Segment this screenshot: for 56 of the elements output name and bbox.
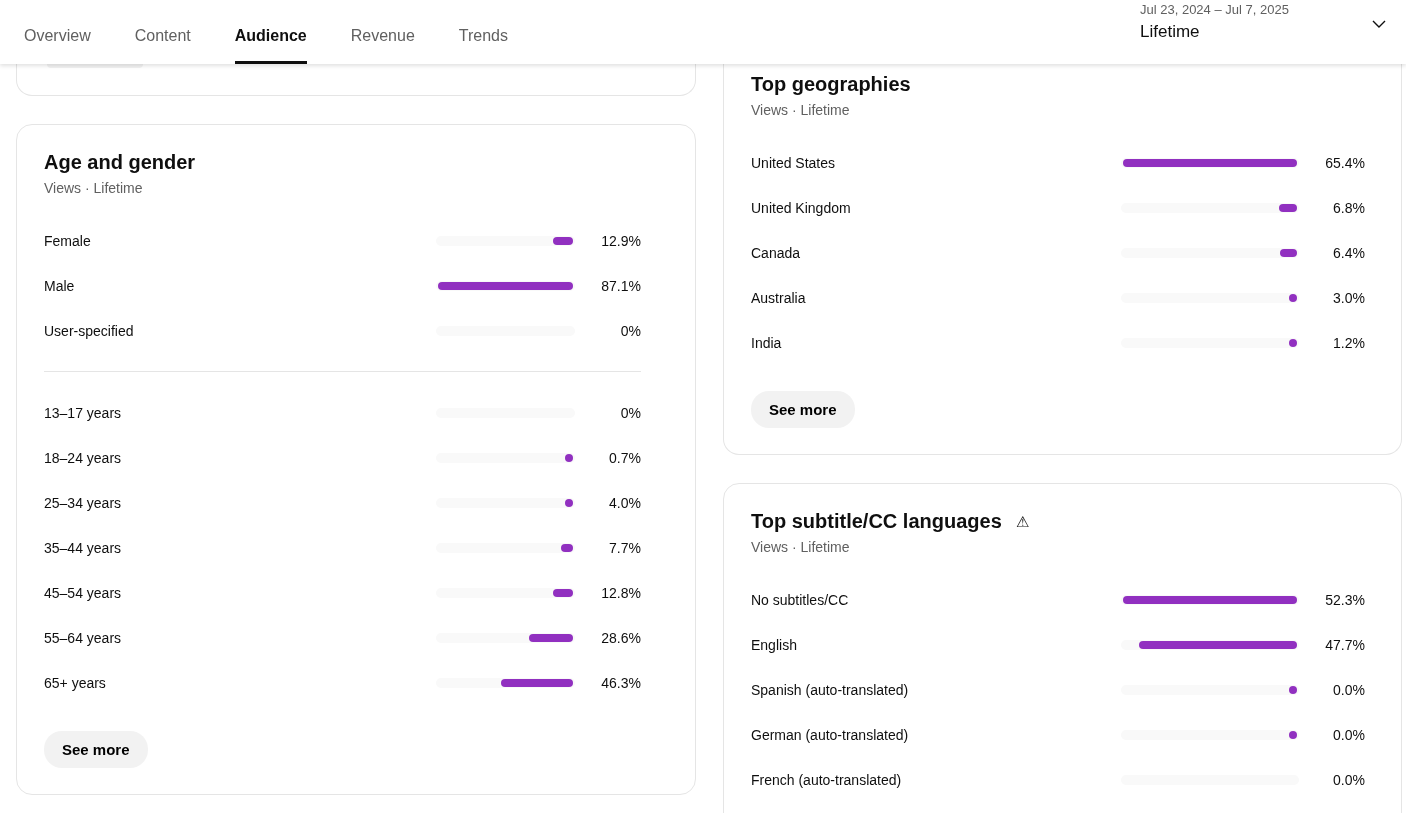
percent-value: 0.0% bbox=[1332, 726, 1365, 743]
row-label: German (auto-translated) bbox=[751, 726, 910, 743]
percent-value: 6.4% bbox=[1332, 244, 1365, 261]
percent-value: 6.8% bbox=[1332, 199, 1365, 216]
percent-value: 3.0% bbox=[1332, 289, 1365, 306]
row-label: 13–17 years bbox=[44, 404, 123, 421]
percent-value: 46.3% bbox=[600, 674, 641, 691]
see-more-button[interactable]: See more bbox=[751, 391, 855, 428]
row-label: Australia bbox=[751, 289, 807, 306]
tab[interactable]: Audience bbox=[234, 0, 307, 64]
see-more-button[interactable]: See more bbox=[44, 731, 148, 768]
card-title: Top subtitle/CC languages bbox=[751, 510, 1002, 533]
row-label: Canada bbox=[751, 244, 802, 261]
percent-value: 0.7% bbox=[608, 449, 641, 466]
percent-value: 0.0% bbox=[1332, 771, 1365, 788]
row-label: Male bbox=[44, 277, 76, 294]
percent-value: 12.9% bbox=[600, 232, 641, 249]
row-label: 35–44 years bbox=[44, 539, 123, 556]
percent-value: 1.2% bbox=[1332, 334, 1365, 351]
warning-icon: ⚠ bbox=[1015, 512, 1029, 531]
row-label: User-specified bbox=[44, 322, 135, 339]
tab[interactable]: Trends bbox=[458, 0, 508, 64]
card-subtitle: Views · Lifetime bbox=[751, 539, 851, 555]
percent-value: 65.4% bbox=[1324, 154, 1365, 171]
tab[interactable]: Overview bbox=[24, 0, 91, 64]
row-label: 25–34 years bbox=[44, 494, 123, 511]
row-label: India bbox=[751, 334, 783, 351]
row-label: United States bbox=[751, 154, 837, 171]
row-label: 18–24 years bbox=[44, 449, 123, 466]
date-range-dropdown[interactable]: Jul 23, 2024 – Jul 7, 2025 Lifetime bbox=[1140, 0, 1406, 64]
row-label: No subtitles/CC bbox=[751, 591, 850, 608]
card-subtitle: Views · Lifetime bbox=[751, 102, 851, 118]
tab[interactable]: Content bbox=[134, 0, 191, 64]
row-label: English bbox=[751, 636, 798, 653]
row-label: United Kingdom bbox=[751, 199, 852, 216]
row-label: 45–54 years bbox=[44, 584, 123, 601]
percent-value: 0.0% bbox=[1332, 681, 1365, 698]
percent-value: 52.3% bbox=[1324, 591, 1365, 608]
percent-value: 4.0% bbox=[608, 494, 641, 511]
card-title: Top geographies bbox=[751, 73, 911, 96]
card-subtitle: Views · Lifetime bbox=[44, 180, 144, 196]
row-label: French (auto-translated) bbox=[751, 771, 903, 788]
percent-value: 0% bbox=[619, 322, 641, 339]
row-label: Female bbox=[44, 232, 92, 249]
percent-value: 87.1% bbox=[600, 277, 641, 294]
card-title: Age and gender bbox=[44, 151, 196, 174]
row-label: 65+ years bbox=[44, 674, 107, 691]
percent-value: 47.7% bbox=[1324, 636, 1365, 653]
percent-value: 28.6% bbox=[600, 629, 641, 646]
row-label: Spanish (auto-translated) bbox=[751, 681, 910, 698]
percent-value: 7.7% bbox=[608, 539, 641, 556]
percent-value: 12.8% bbox=[600, 584, 641, 601]
tab[interactable]: Revenue bbox=[350, 0, 415, 64]
chevron-down-icon bbox=[1372, 20, 1386, 28]
row-label: 55–64 years bbox=[44, 629, 123, 646]
percent-value: 0% bbox=[619, 404, 641, 421]
